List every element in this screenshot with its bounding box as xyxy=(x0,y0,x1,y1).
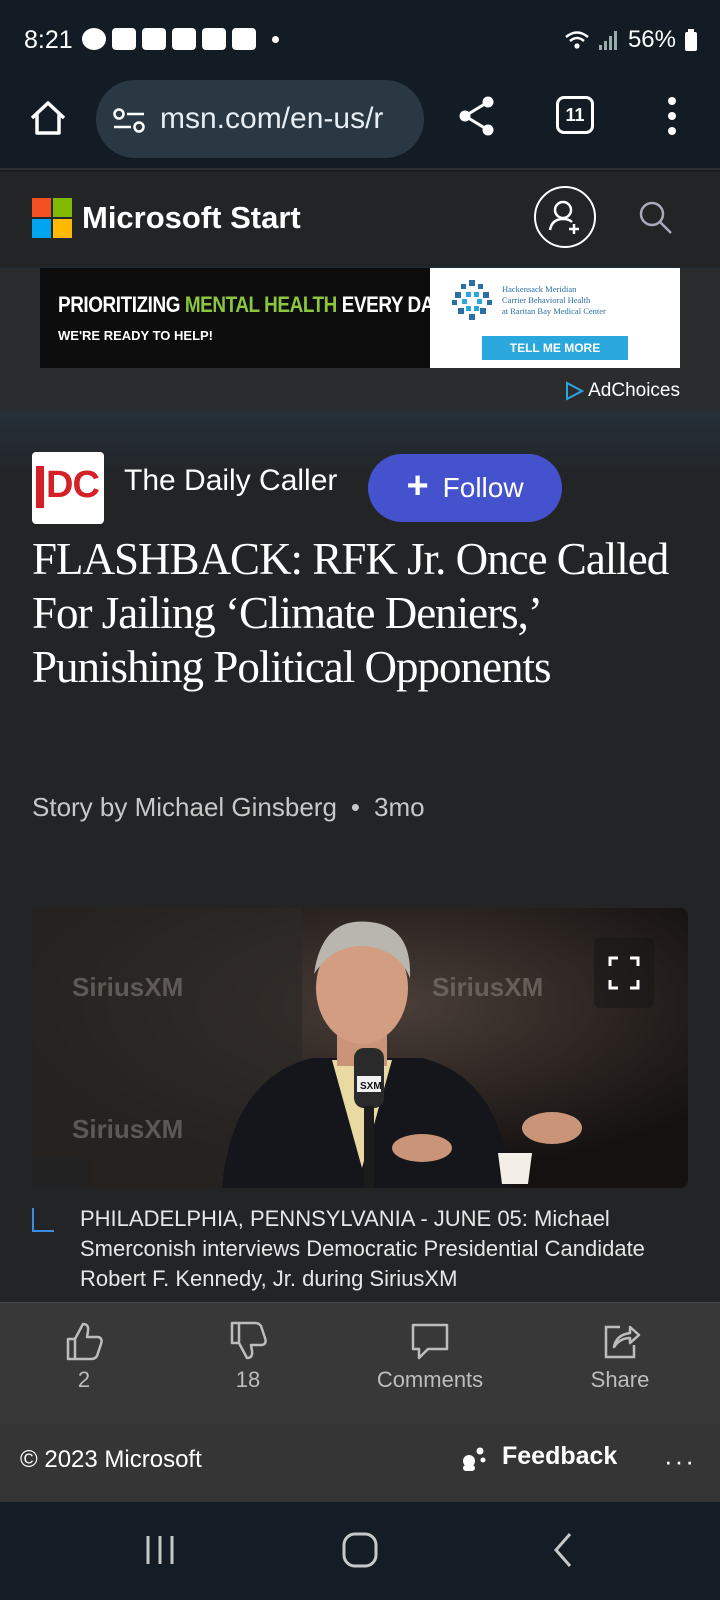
feedback-label: Feedback xyxy=(502,1442,618,1470)
battery-icon xyxy=(685,29,697,51)
footer-more-icon[interactable]: ··· xyxy=(664,1446,696,1477)
add-user-icon xyxy=(548,200,579,234)
like-button[interactable]: 2 xyxy=(24,1319,144,1393)
adchoices-label: AdChoices xyxy=(588,380,680,401)
microsoft-logo-icon[interactable] xyxy=(32,198,72,238)
search-icon[interactable] xyxy=(638,200,674,236)
status-time: 8:21 xyxy=(24,26,73,54)
ad-subline: WE'RE READY TO HELP! xyxy=(58,328,214,343)
calendar-check-icon xyxy=(112,28,136,50)
signal-icon xyxy=(598,31,617,50)
ad-headline: PRIORITIZING MENTAL HEALTH EVERY DAY. xyxy=(58,292,448,318)
system-navigation-bar xyxy=(0,1502,720,1600)
ad-banner-right[interactable]: Hackensack Meridian Carrier Behavioral H… xyxy=(430,268,680,368)
dislike-button[interactable]: 18 xyxy=(188,1319,308,1393)
browser-toolbar: msn.com/en-us/r 11 xyxy=(0,80,720,170)
site-settings-icon[interactable] xyxy=(112,106,146,136)
home-icon[interactable] xyxy=(28,98,68,138)
adchoices-link[interactable]: AdChoices xyxy=(564,380,680,402)
follow-label: Follow xyxy=(442,472,524,503)
dislike-count: 18 xyxy=(235,1367,261,1392)
caption-marker xyxy=(32,1208,54,1232)
tab-switcher-button[interactable]: 11 xyxy=(556,96,594,134)
ad-org-line3: at Raritan Bay Medical Center xyxy=(502,306,606,316)
share-arrow-icon xyxy=(604,1325,641,1359)
ad-headline-part1: PRIORITIZING xyxy=(58,292,185,317)
copyright-text: © 2023 Microsoft xyxy=(20,1446,202,1473)
comments-label: Comments xyxy=(376,1367,484,1392)
ad-org-line2: Carrier Behavioral Health xyxy=(502,295,591,305)
site-title[interactable]: Microsoft Start xyxy=(82,200,301,236)
status-right: 56% xyxy=(564,26,698,54)
video-app-icon xyxy=(142,28,166,50)
ad-cta-button[interactable]: TELL ME MORE xyxy=(482,336,628,360)
site-header: Microsoft Start xyxy=(0,172,720,268)
article: DC The Daily Caller + Follow FLASHBACK: … xyxy=(0,412,720,1302)
share-icon[interactable] xyxy=(456,94,496,138)
photo-illustration: SiriusXM SiriusXM SiriusXM SXM xyxy=(32,908,688,1188)
check-circle-icon xyxy=(82,28,106,50)
byline-author[interactable]: Story by Michael Ginsberg xyxy=(32,792,337,822)
address-bar[interactable]: msn.com/en-us/r xyxy=(96,80,424,158)
thumbs-down-icon xyxy=(230,1321,267,1360)
page-footer: © 2023 Microsoft Feedback ··· xyxy=(0,1424,720,1502)
battery-percent: 56% xyxy=(627,26,676,53)
more-notifications-dot xyxy=(272,35,279,43)
comment-icon xyxy=(411,1323,449,1360)
status-bar: 8:21 56% xyxy=(0,0,720,80)
article-headline: FLASHBACK: RFK Jr. Once Called For Jaili… xyxy=(32,534,669,692)
hospital-logo-icon xyxy=(452,280,492,320)
recent-apps-icon[interactable] xyxy=(140,1530,180,1570)
article-action-bar: 2 18 Comments Share xyxy=(0,1302,720,1424)
thumbs-up-icon xyxy=(66,1322,103,1361)
publisher-logo-stripe xyxy=(36,466,44,508)
ad-organization: Hackensack Meridian Carrier Behavioral H… xyxy=(502,284,606,317)
follow-button[interactable]: + Follow xyxy=(368,454,562,522)
home-nav-icon[interactable] xyxy=(340,1530,380,1570)
notification-icons xyxy=(82,28,279,50)
adchoices-icon xyxy=(566,381,585,401)
overflow-menu-icon[interactable] xyxy=(662,94,682,138)
article-byline: Story by Michael Ginsberg • 3mo xyxy=(32,792,425,823)
like-count: 2 xyxy=(77,1367,91,1392)
video-app-icon xyxy=(232,28,256,50)
plus-icon: + xyxy=(406,465,429,507)
comments-button[interactable]: Comments xyxy=(370,1319,490,1393)
back-icon[interactable] xyxy=(544,1530,584,1570)
fullscreen-icon xyxy=(608,956,640,990)
siriusxm-watermark: SiriusXM xyxy=(72,972,183,1002)
video-app-icon xyxy=(202,28,226,50)
byline-age: 3mo xyxy=(374,792,425,822)
byline-separator: • xyxy=(350,792,361,822)
feedback-icon xyxy=(463,1447,486,1471)
share-label: Share xyxy=(590,1367,650,1392)
mic-label: SXM xyxy=(360,1081,382,1092)
share-article-button[interactable]: Share xyxy=(560,1319,680,1393)
ad-banner-left[interactable]: PRIORITIZING MENTAL HEALTH EVERY DAY. WE… xyxy=(40,268,448,368)
advertisement-area: PRIORITIZING MENTAL HEALTH EVERY DAY. WE… xyxy=(0,268,720,412)
ad-headline-highlight: MENTAL HEALTH xyxy=(184,292,338,317)
profile-add-button[interactable] xyxy=(534,186,596,248)
url-text[interactable]: msn.com/en-us/r xyxy=(160,102,414,136)
ad-org-line1: Hackensack Meridian xyxy=(502,284,577,294)
siriusxm-watermark: SiriusXM xyxy=(432,972,543,1002)
publisher-name[interactable]: The Daily Caller xyxy=(124,464,337,498)
video-app-icon xyxy=(172,28,196,50)
publisher-logo-text: DC xyxy=(46,464,100,506)
publisher-logo[interactable]: DC xyxy=(32,452,104,524)
feedback-button[interactable]: Feedback xyxy=(460,1442,617,1471)
photo-caption: PHILADELPHIA, PENNSYLVANIA - JUNE 05: Mi… xyxy=(80,1206,645,1291)
siriusxm-watermark: SiriusXM xyxy=(72,1114,183,1144)
article-photo[interactable]: SiriusXM SiriusXM SiriusXM SXM xyxy=(32,908,688,1188)
wifi-icon xyxy=(565,31,589,49)
expand-photo-button[interactable] xyxy=(594,938,654,1008)
